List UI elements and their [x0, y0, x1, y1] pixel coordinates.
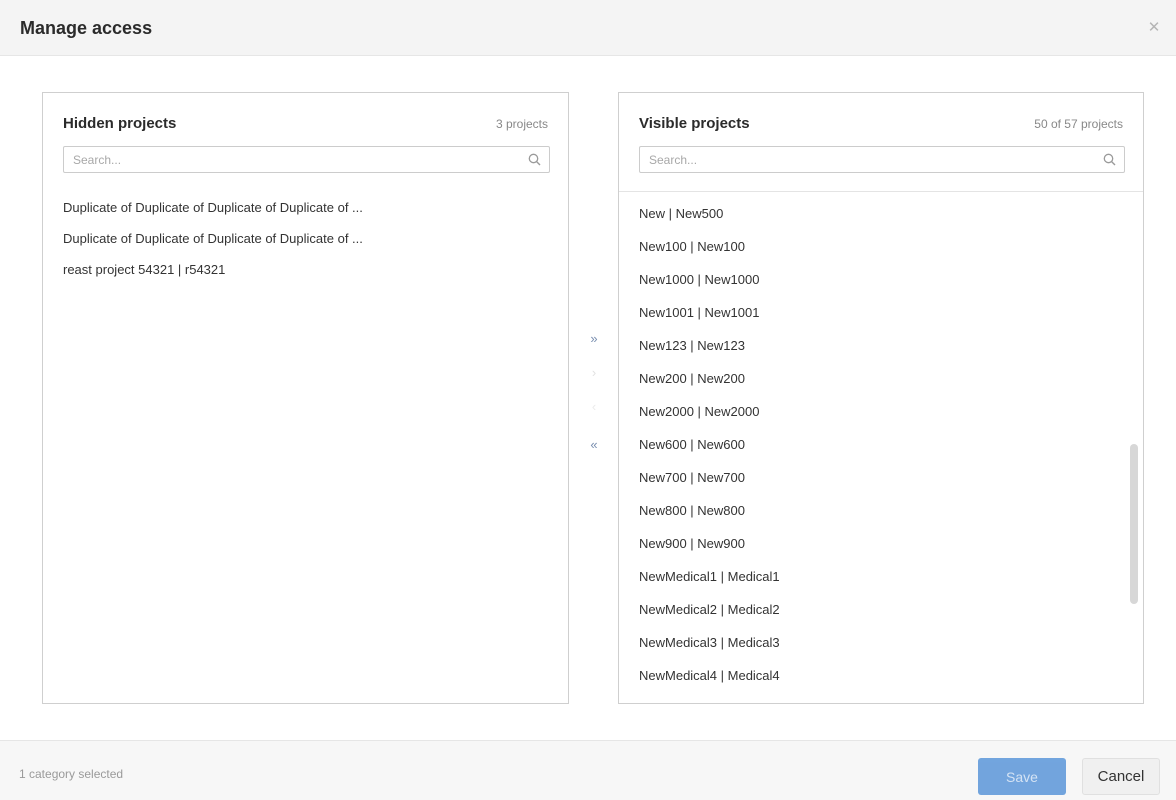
- visible-project-item[interactable]: New2000 | New2000: [619, 395, 1143, 428]
- hidden-projects-panel: Hidden projects 3 projects Duplicate of …: [42, 92, 569, 704]
- visible-project-item[interactable]: NewMedical3 | Medical3: [619, 626, 1143, 659]
- visible-project-item[interactable]: New1000 | New1000: [619, 263, 1143, 296]
- hidden-projects-count: 3 projects: [495, 117, 548, 131]
- visible-projects-search: [639, 146, 1125, 173]
- visible-project-item[interactable]: New200 | New200: [619, 362, 1143, 395]
- visible-project-item[interactable]: New700 | New700: [619, 461, 1143, 494]
- search-icon[interactable]: [1103, 153, 1116, 166]
- visible-project-item[interactable]: New600 | New600: [619, 428, 1143, 461]
- close-icon[interactable]: ✕: [1146, 20, 1162, 36]
- hidden-projects-search: [63, 146, 550, 173]
- search-icon[interactable]: [528, 153, 541, 166]
- visible-projects-list: New | New500 New100 | New100 New1000 | N…: [619, 191, 1143, 695]
- visible-projects-search-input[interactable]: [640, 147, 1124, 172]
- visible-project-item[interactable]: New | New500: [619, 197, 1143, 230]
- visible-project-item[interactable]: NewMedical4 | Medical4: [619, 659, 1143, 692]
- hidden-project-item[interactable]: Duplicate of Duplicate of Duplicate of D…: [43, 230, 568, 261]
- visible-projects-title: Visible projects: [639, 115, 750, 132]
- visible-project-item[interactable]: New900 | New900: [619, 527, 1143, 560]
- visible-project-item[interactable]: NewMedical1 | Medical1: [619, 560, 1143, 593]
- selection-status: 1 category selected: [19, 767, 124, 781]
- scrollbar-thumb[interactable]: [1130, 444, 1138, 604]
- hidden-project-item[interactable]: Duplicate of Duplicate of Duplicate of D…: [43, 199, 568, 230]
- hidden-project-item[interactable]: reast project 54321 | r54321: [43, 261, 568, 292]
- move-right-button[interactable]: ›: [583, 362, 605, 384]
- visible-project-item[interactable]: New800 | New800: [619, 494, 1143, 527]
- dialog-header: Manage access ✕: [0, 0, 1176, 56]
- move-all-right-button[interactable]: »: [583, 328, 605, 350]
- visible-project-item[interactable]: New123 | New123: [619, 329, 1143, 362]
- hidden-projects-list: Duplicate of Duplicate of Duplicate of D…: [43, 199, 568, 292]
- visible-projects-scrollbar[interactable]: [1129, 191, 1138, 695]
- hidden-projects-search-input[interactable]: [64, 147, 549, 172]
- save-button[interactable]: Save: [978, 758, 1066, 795]
- cancel-button[interactable]: Cancel: [1082, 758, 1160, 795]
- visible-projects-count: 50 of 57 projects: [1034, 117, 1123, 131]
- hidden-projects-title: Hidden projects: [63, 115, 177, 132]
- visible-project-item[interactable]: New1001 | New1001: [619, 296, 1143, 329]
- dialog-footer: 1 category selected Save Cancel: [0, 740, 1176, 800]
- move-all-left-button[interactable]: «: [583, 434, 605, 456]
- visible-projects-panel: Visible projects 50 of 57 projects New |…: [618, 92, 1144, 704]
- move-left-button[interactable]: ‹: [583, 396, 605, 418]
- visible-project-item[interactable]: NewMedical2 | Medical2: [619, 593, 1143, 626]
- dialog-title: Manage access: [20, 18, 153, 38]
- visible-project-item[interactable]: New100 | New100: [619, 230, 1143, 263]
